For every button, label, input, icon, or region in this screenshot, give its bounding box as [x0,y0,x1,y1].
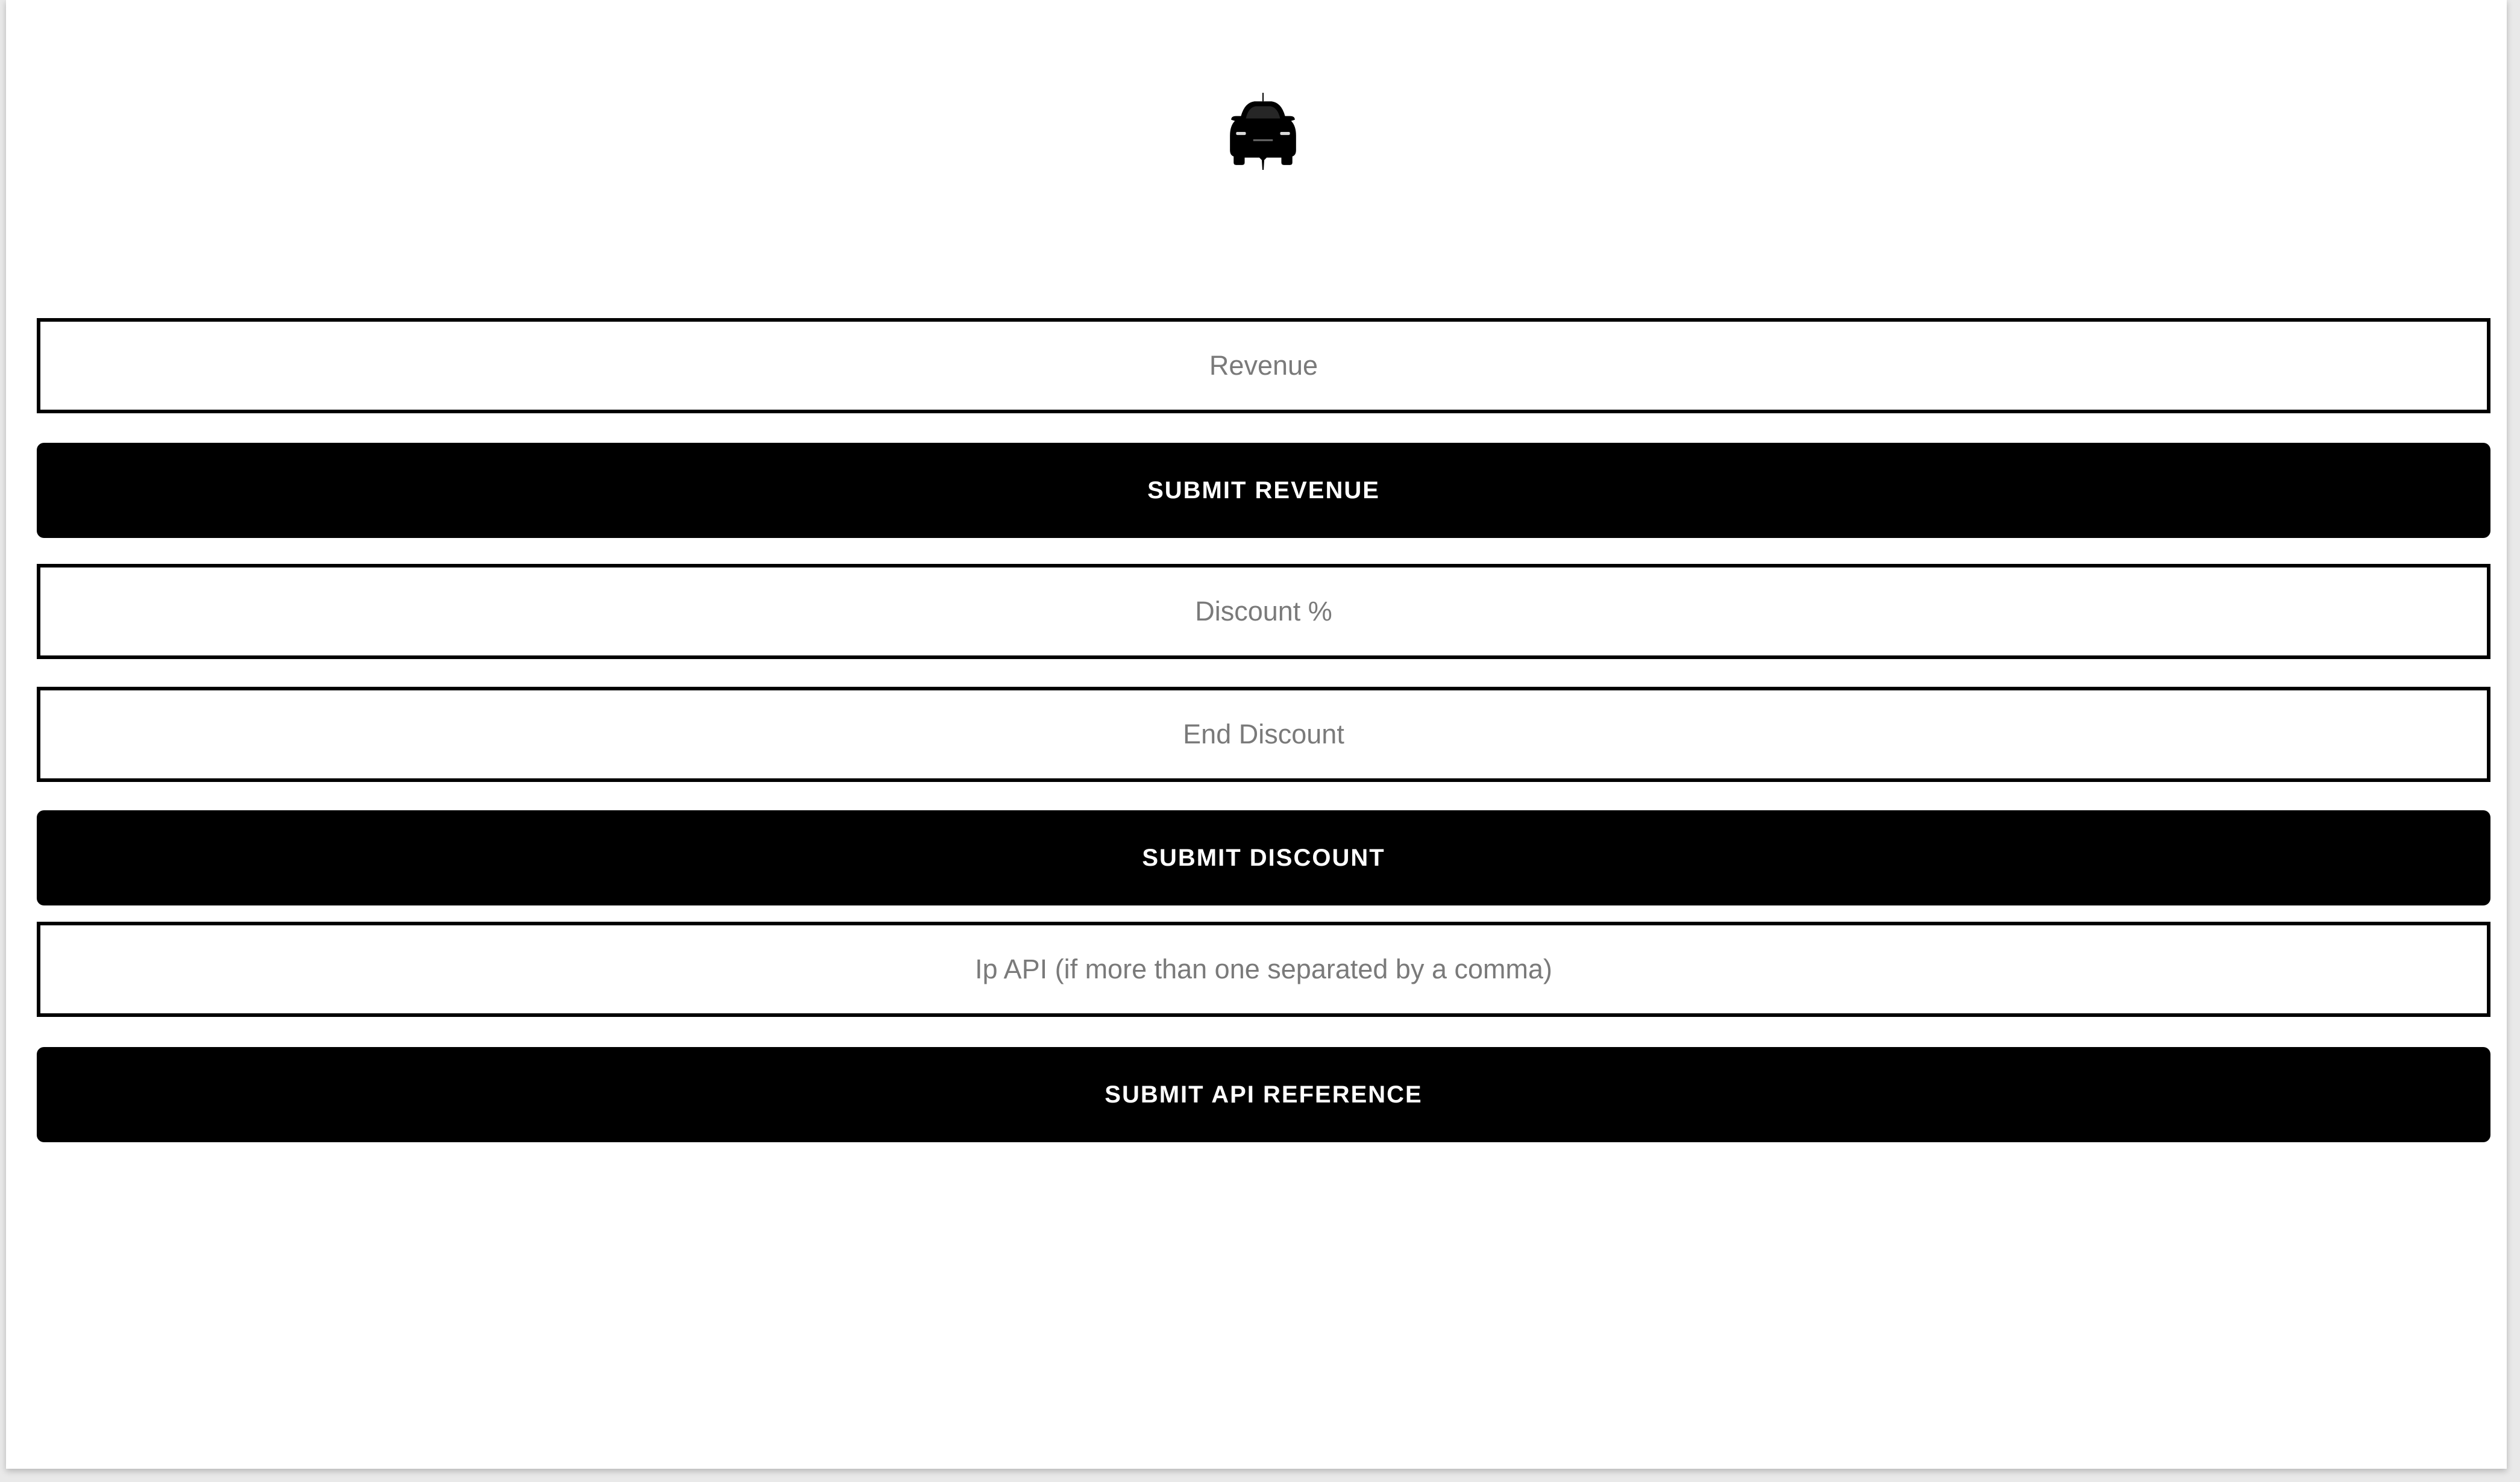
end-discount-input[interactable] [37,687,2490,782]
revenue-input[interactable] [37,318,2490,413]
car-logo-icon [1226,92,1300,171]
admin-form-card: SUBMIT REVENUE SUBMIT DISCOUNT SUBMIT AP… [6,0,2507,1469]
submit-api-reference-button[interactable]: SUBMIT API REFERENCE [37,1047,2490,1142]
submit-revenue-button[interactable]: SUBMIT REVENUE [37,443,2490,538]
discount-percent-input[interactable] [37,564,2490,659]
ip-api-input[interactable] [37,922,2490,1017]
submit-discount-button[interactable]: SUBMIT DISCOUNT [37,810,2490,905]
